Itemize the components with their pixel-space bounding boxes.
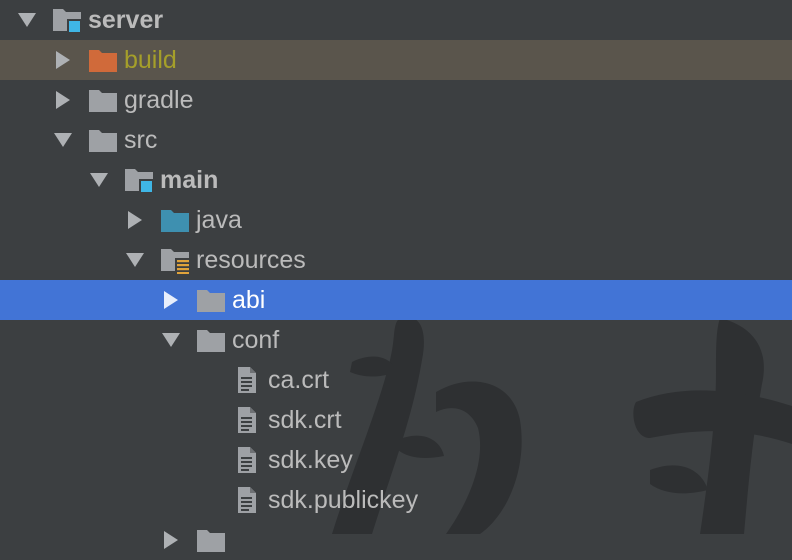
- tree-row[interactable]: resources: [0, 240, 792, 280]
- tree-row[interactable]: conf: [0, 320, 792, 360]
- tree-row[interactable]: gradle: [0, 80, 792, 120]
- collapsed-arrow-icon[interactable]: [160, 529, 182, 551]
- tree-row-label: server: [88, 5, 164, 34]
- tree-row-label: sdk.crt: [268, 405, 342, 434]
- tree-row-label: gradle: [124, 85, 194, 114]
- folder-icon: [88, 126, 118, 154]
- tree-row[interactable]: abi: [0, 280, 792, 320]
- tree-row-label: abi: [232, 285, 266, 314]
- resources-folder-icon: [160, 246, 190, 274]
- tree-row-label: resources: [196, 245, 306, 274]
- collapsed-arrow-icon[interactable]: [52, 89, 74, 111]
- source-folder-icon: [160, 206, 190, 234]
- folder-icon: [88, 86, 118, 114]
- expanded-arrow-icon[interactable]: [16, 9, 38, 31]
- expanded-arrow-icon[interactable]: [88, 169, 110, 191]
- module-folder-icon: [124, 166, 154, 194]
- tree-row[interactable]: sdk.publickey: [0, 480, 792, 520]
- text-file-icon: [232, 366, 262, 394]
- expanded-arrow-icon[interactable]: [52, 129, 74, 151]
- tree-row-label: build: [124, 45, 177, 74]
- tree-row[interactable]: build: [0, 40, 792, 80]
- collapsed-arrow-icon[interactable]: [52, 49, 74, 71]
- folder-icon: [196, 526, 226, 554]
- folder-icon: [196, 326, 226, 354]
- expanded-arrow-icon[interactable]: [160, 329, 182, 351]
- tree-row[interactable]: [0, 520, 792, 560]
- tree-row[interactable]: sdk.crt: [0, 400, 792, 440]
- expanded-arrow-icon[interactable]: [124, 249, 146, 271]
- module-folder-icon: [52, 6, 82, 34]
- tree-row-label: src: [124, 125, 158, 154]
- tree-row-label: main: [160, 165, 219, 194]
- tree-row[interactable]: server: [0, 0, 792, 40]
- tree-row-label: sdk.key: [268, 445, 353, 474]
- tree-row[interactable]: main: [0, 160, 792, 200]
- collapsed-arrow-icon[interactable]: [124, 209, 146, 231]
- collapsed-arrow-icon[interactable]: [160, 289, 182, 311]
- folder-icon: [196, 286, 226, 314]
- tree-row[interactable]: src: [0, 120, 792, 160]
- tree-row[interactable]: ca.crt: [0, 360, 792, 400]
- text-file-icon: [232, 486, 262, 514]
- tree-row-label: sdk.publickey: [268, 485, 419, 514]
- tree-row-label: conf: [232, 325, 280, 354]
- tree-row-label: java: [196, 205, 242, 234]
- text-file-icon: [232, 446, 262, 474]
- project-tree: server build gradle src main java resources abi…: [0, 0, 792, 552]
- tree-row-label: ca.crt: [268, 365, 330, 394]
- tree-row[interactable]: java: [0, 200, 792, 240]
- excluded-folder-icon: [88, 46, 118, 74]
- text-file-icon: [232, 406, 262, 434]
- tree-row[interactable]: sdk.key: [0, 440, 792, 480]
